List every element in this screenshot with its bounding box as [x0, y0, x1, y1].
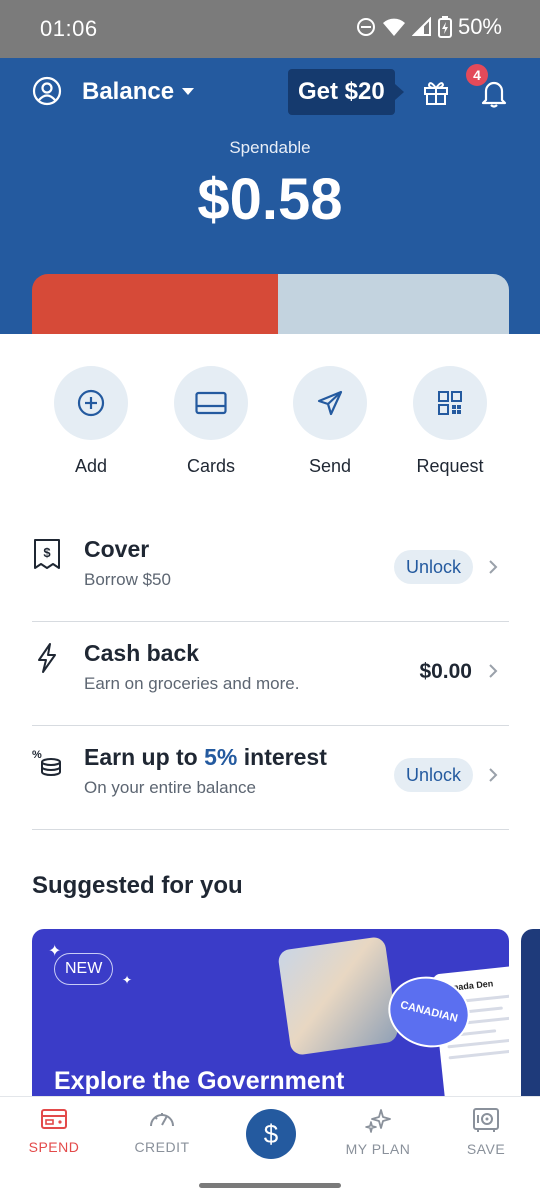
action-send-circle	[293, 366, 367, 440]
chevron-right-icon	[489, 560, 498, 574]
interest-rate-highlight: 5%	[204, 744, 238, 770]
notification-count-badge: 4	[466, 64, 488, 86]
row-interest-title: Earn up to 5% interest	[84, 744, 327, 771]
dollar-action-button[interactable]: $	[246, 1109, 296, 1159]
action-cards-label: Cards	[186, 456, 235, 476]
nav-save[interactable]: SAVE	[436, 1107, 536, 1157]
caret-down-icon	[182, 88, 195, 95]
cash-back-amount: $0.00	[419, 660, 472, 683]
chevron-right-icon	[489, 768, 498, 782]
interest-title-suffix: interest	[237, 744, 327, 770]
account-selector[interactable]: Balance	[82, 78, 195, 106]
wifi-icon	[382, 18, 405, 36]
quick-actions: Add Cards Send Request	[0, 366, 540, 486]
gift-icon[interactable]	[422, 78, 450, 106]
suggested-card-next[interactable]	[521, 929, 540, 1119]
plus-circle-icon	[77, 389, 105, 417]
chevron-right-icon	[489, 664, 498, 678]
lightning-icon	[38, 643, 56, 673]
action-cards-circle	[174, 366, 248, 440]
nav-credit[interactable]: CREDIT	[112, 1107, 212, 1155]
action-request-label: Request	[416, 456, 484, 476]
svg-text:%: %	[32, 749, 42, 761]
spendable-amount: $0.58	[197, 167, 343, 232]
battery-percent: 50%	[457, 14, 502, 39]
wallet-icon	[41, 1109, 67, 1129]
battery-charging-icon	[437, 16, 452, 38]
do-not-disturb-icon	[356, 18, 375, 36]
nav-spend[interactable]: SPEND	[4, 1107, 104, 1155]
row-interest-subtitle: On your entire balance	[84, 778, 256, 797]
sparkle-icon: ✦	[122, 973, 133, 987]
nav-save-label: SAVE	[466, 1141, 506, 1157]
suggested-card-headline: Explore the Government	[54, 1067, 345, 1095]
balance-bar-remaining	[277, 274, 509, 334]
account-selector-label: Balance	[82, 78, 175, 105]
balance-bar-used	[32, 274, 278, 334]
balance-header: Balance Get $20 4 Spendable $0.58	[0, 58, 540, 334]
account-icon[interactable]	[32, 76, 62, 106]
nav-my-plan[interactable]: MY PLAN	[328, 1107, 428, 1157]
coins-percent-icon: %	[32, 749, 61, 776]
speedometer-icon	[150, 1113, 174, 1127]
status-time: 01:06	[40, 16, 98, 41]
row-cover-title: Cover	[84, 536, 150, 562]
action-add-circle	[54, 366, 128, 440]
svg-text:$: $	[43, 545, 51, 560]
receipt-dollar-icon: $	[34, 539, 60, 569]
gesture-bar[interactable]	[199, 1183, 341, 1188]
spendable-label: Spendable	[229, 138, 311, 157]
qr-grid-icon	[438, 391, 462, 415]
promo-photo	[277, 936, 399, 1056]
action-send[interactable]: Send	[280, 366, 380, 477]
status-bar: 01:06 50%	[0, 0, 540, 58]
action-add[interactable]: Add	[41, 366, 141, 477]
suggested-card[interactable]: ✦ ✦ NEW Canada Den CANADIAN Explore the …	[32, 929, 509, 1119]
cell-signal-icon	[411, 17, 431, 36]
card-icon	[195, 391, 227, 415]
row-cash-back-subtitle: Earn on groceries and more.	[84, 674, 300, 693]
paper-plane-icon	[317, 390, 343, 416]
safe-icon	[473, 1108, 499, 1132]
sparkles-icon	[365, 1109, 391, 1133]
action-request-circle	[413, 366, 487, 440]
row-interest[interactable]: % Earn up to 5% interest On your entire …	[32, 726, 509, 830]
row-cover[interactable]: $ Cover Borrow $50 Unlock	[32, 518, 509, 622]
action-send-label: Send	[308, 456, 352, 476]
nav-spend-label: SPEND	[28, 1139, 80, 1155]
action-cards[interactable]: Cards	[161, 366, 261, 477]
bottom-navigation: SPEND CREDIT $ MY PLAN SAVE	[0, 1096, 540, 1200]
nav-my-plan-label: MY PLAN	[345, 1141, 411, 1157]
suggested-section-title: Suggested for you	[32, 872, 243, 899]
status-icons: 50%	[356, 14, 502, 40]
row-cash-back-title: Cash back	[84, 640, 200, 666]
row-cash-back[interactable]: Cash back Earn on groceries and more. $0…	[32, 622, 509, 726]
interest-title-prefix: Earn up to	[84, 744, 205, 770]
new-tag: NEW	[54, 953, 114, 985]
balance-bar	[32, 274, 509, 334]
referral-promo-button[interactable]: Get $20	[288, 69, 404, 115]
action-add-label: Add	[74, 456, 108, 476]
interest-unlock-button[interactable]: Unlock	[393, 758, 473, 792]
cover-unlock-button[interactable]: Unlock	[393, 550, 473, 584]
action-request[interactable]: Request	[400, 366, 500, 477]
row-cover-subtitle: Borrow $50	[84, 570, 171, 589]
nav-credit-label: CREDIT	[134, 1139, 190, 1155]
